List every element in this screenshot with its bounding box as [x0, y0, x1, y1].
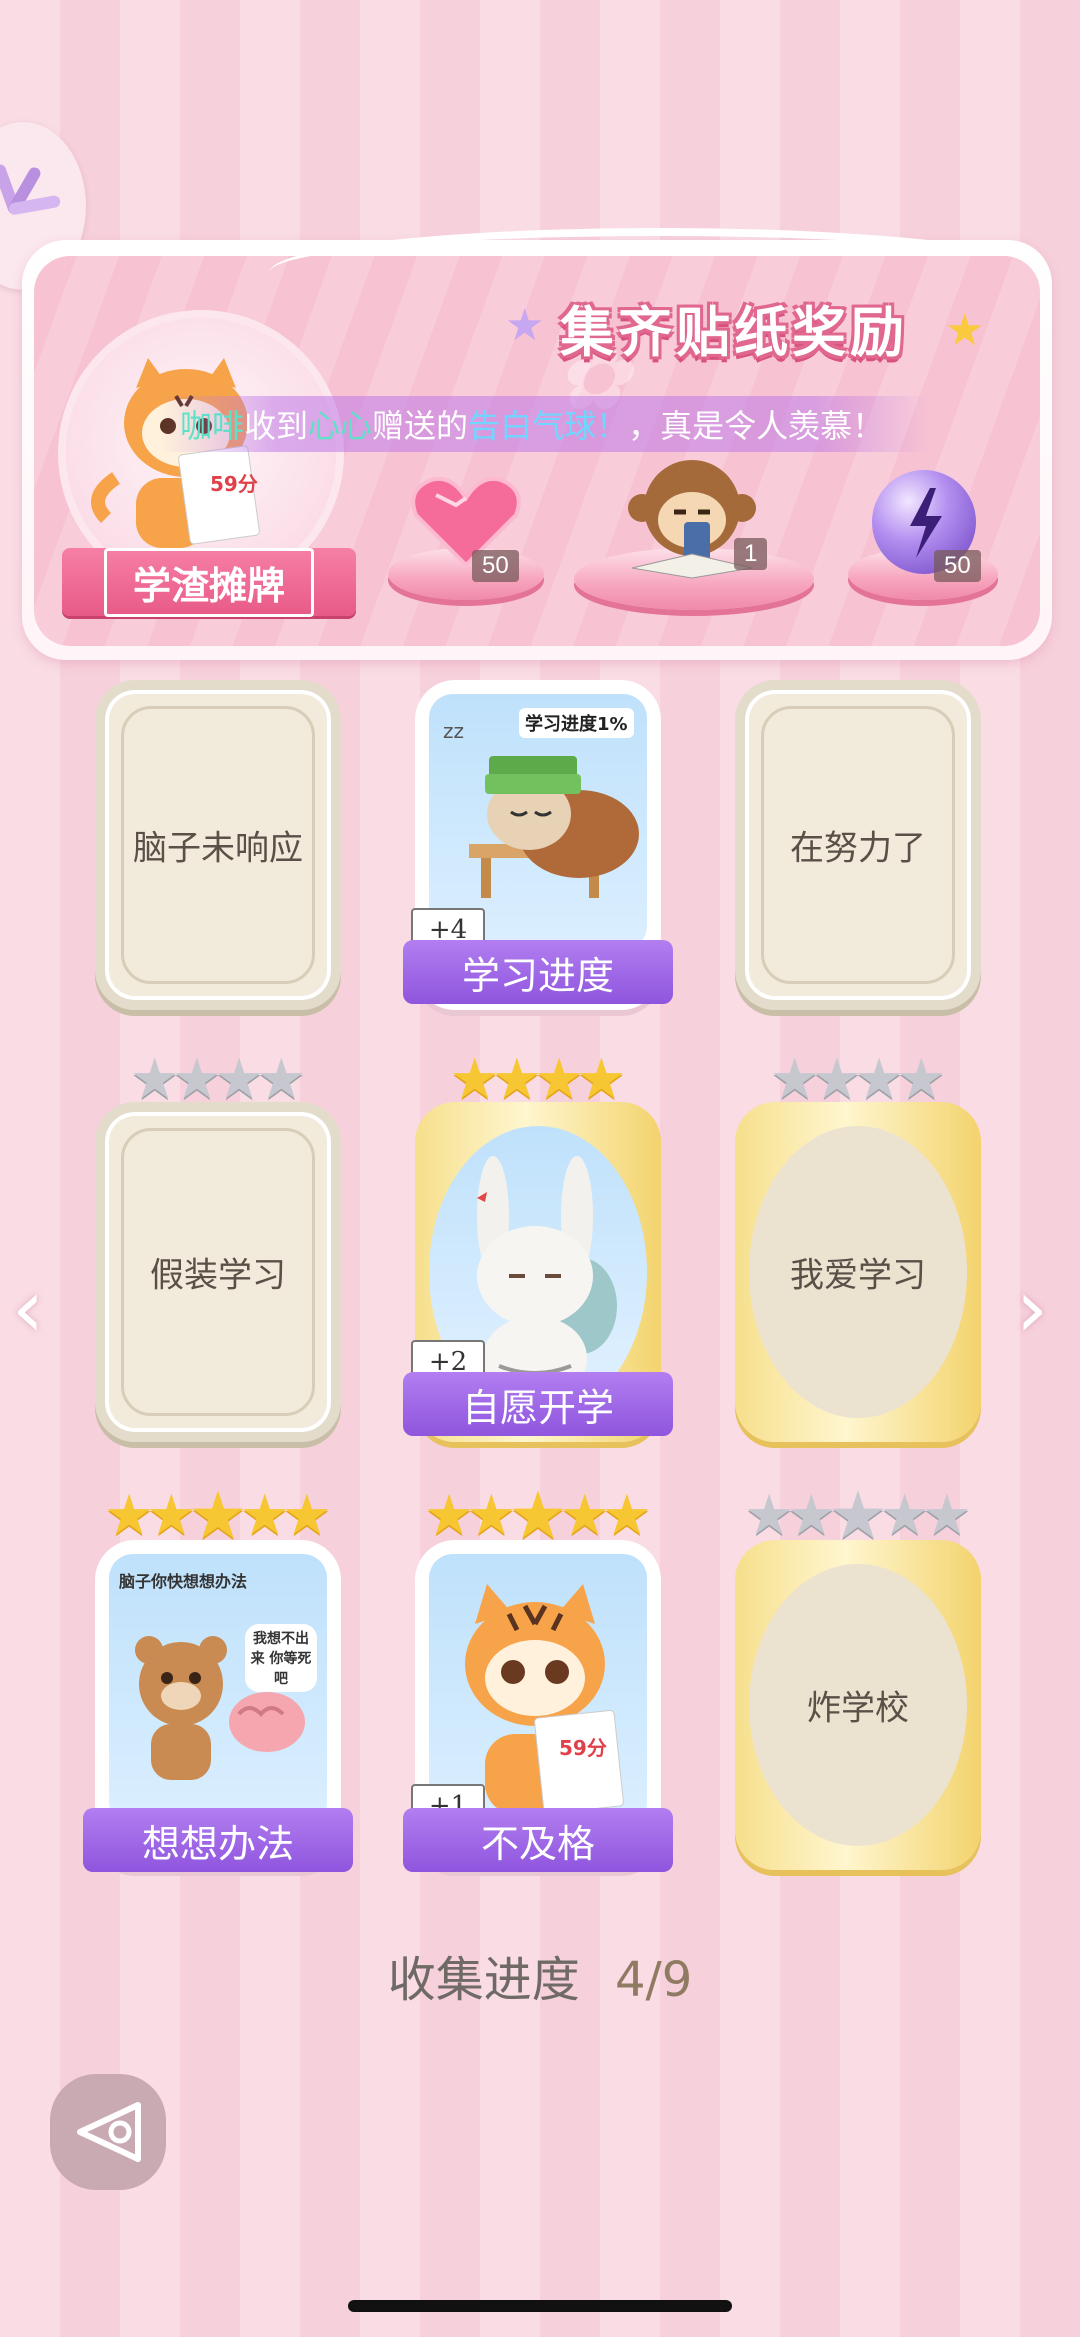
sticker-card[interactable]: 脑子你快想想办法 我想不出来 你等死吧 想想办法 — [83, 1540, 353, 1872]
card-name-tag: 想想办法 — [83, 1808, 353, 1872]
sticker-card[interactable]: zz 学习进度1% +4 学习进度 — [403, 680, 673, 1010]
card-name-tag: 学习进度 — [403, 940, 673, 1004]
notice-text: 收到 — [244, 407, 309, 445]
next-page-arrow-icon[interactable]: › — [1016, 1262, 1048, 1355]
sticker-card[interactable]: 假装学习 — [95, 1102, 341, 1442]
card-label: 脑子未响应 — [133, 828, 303, 869]
sticker-card[interactable]: 在努力了 — [735, 680, 981, 1010]
star-rating: ★ ★ ★ ★ — [769, 1047, 947, 1112]
banner-title: 集齐贴纸奖励 — [560, 301, 908, 364]
picture-caption: 脑子你快想想办法 — [119, 1572, 248, 1591]
notice-text: ，真是令人羡慕！ — [628, 407, 885, 445]
reward-count: 1 — [734, 538, 768, 570]
star-icon: ★ — [505, 300, 545, 351]
notice-sender: 咖啡 — [180, 407, 245, 445]
notice-text: 赠送的 — [372, 407, 469, 445]
card-label: 假装学习 — [150, 1255, 286, 1296]
reward-count: 50 — [934, 550, 981, 582]
collection-progress: 收集进度 4/9 — [0, 1940, 1080, 2010]
card-label: 炸学校 — [807, 1688, 909, 1729]
picture-caption: 59分 — [559, 1736, 607, 1760]
star-rating: ★ ★ ★ ★ — [449, 1047, 627, 1112]
picture-caption: 学习进度1% — [519, 708, 634, 738]
card-picture: 脑子你快想想办法 我想不出来 你等死吧 — [109, 1554, 327, 1826]
tiger-score: 59分 — [210, 472, 258, 496]
home-indicator[interactable] — [348, 2300, 732, 2312]
progress-value: 4/9 — [615, 1952, 693, 2008]
back-arrow-icon — [77, 2102, 141, 2162]
picture-speech-bubble: 我想不出来 你等死吧 — [245, 1624, 317, 1692]
sticker-card[interactable]: +2 自愿开学 — [403, 1102, 673, 1442]
star-rating: ★ ★ ★ ★ ★ — [104, 1477, 332, 1554]
notice-receiver: 心心 — [308, 407, 373, 445]
card-name-tag: 不及格 — [403, 1808, 673, 1872]
sticker-card[interactable]: 59分 +1 不及格 — [403, 1540, 673, 1872]
star-rating: ★ ★ ★ ★ ★ — [744, 1477, 972, 1554]
card-label: 我爱学习 — [790, 1255, 926, 1296]
reward-sticker-name: 学渣摊牌 — [103, 547, 314, 617]
card-label: 在努力了 — [790, 828, 926, 869]
previous-page-arrow-icon[interactable]: ‹ — [12, 1262, 44, 1355]
reward-count: 50 — [472, 550, 519, 582]
card-name-tag: 自愿开学 — [403, 1372, 673, 1436]
sticker-card[interactable]: 我爱学习 — [735, 1102, 981, 1442]
notice-gift: 告白气球！ — [468, 407, 629, 445]
star-rating: ★ ★ ★ ★ ★ — [424, 1477, 652, 1554]
back-button[interactable] — [50, 2074, 166, 2190]
progress-label: 收集进度 — [387, 1952, 580, 2008]
svg-text:zz: zz — [443, 719, 464, 743]
star-icon: ★ — [945, 305, 985, 356]
star-rating: ★ ★ ★ ★ — [129, 1047, 307, 1112]
sticker-card[interactable]: 炸学校 — [735, 1540, 981, 1870]
gift-notice-marquee: 咖啡 收到 心心 赠送的 告白气球！ ，真是令人羡慕！ — [160, 396, 930, 452]
sticker-card[interactable]: 脑子未响应 — [95, 680, 341, 1010]
reward-sticker-label: 学渣摊牌 — [62, 547, 356, 617]
